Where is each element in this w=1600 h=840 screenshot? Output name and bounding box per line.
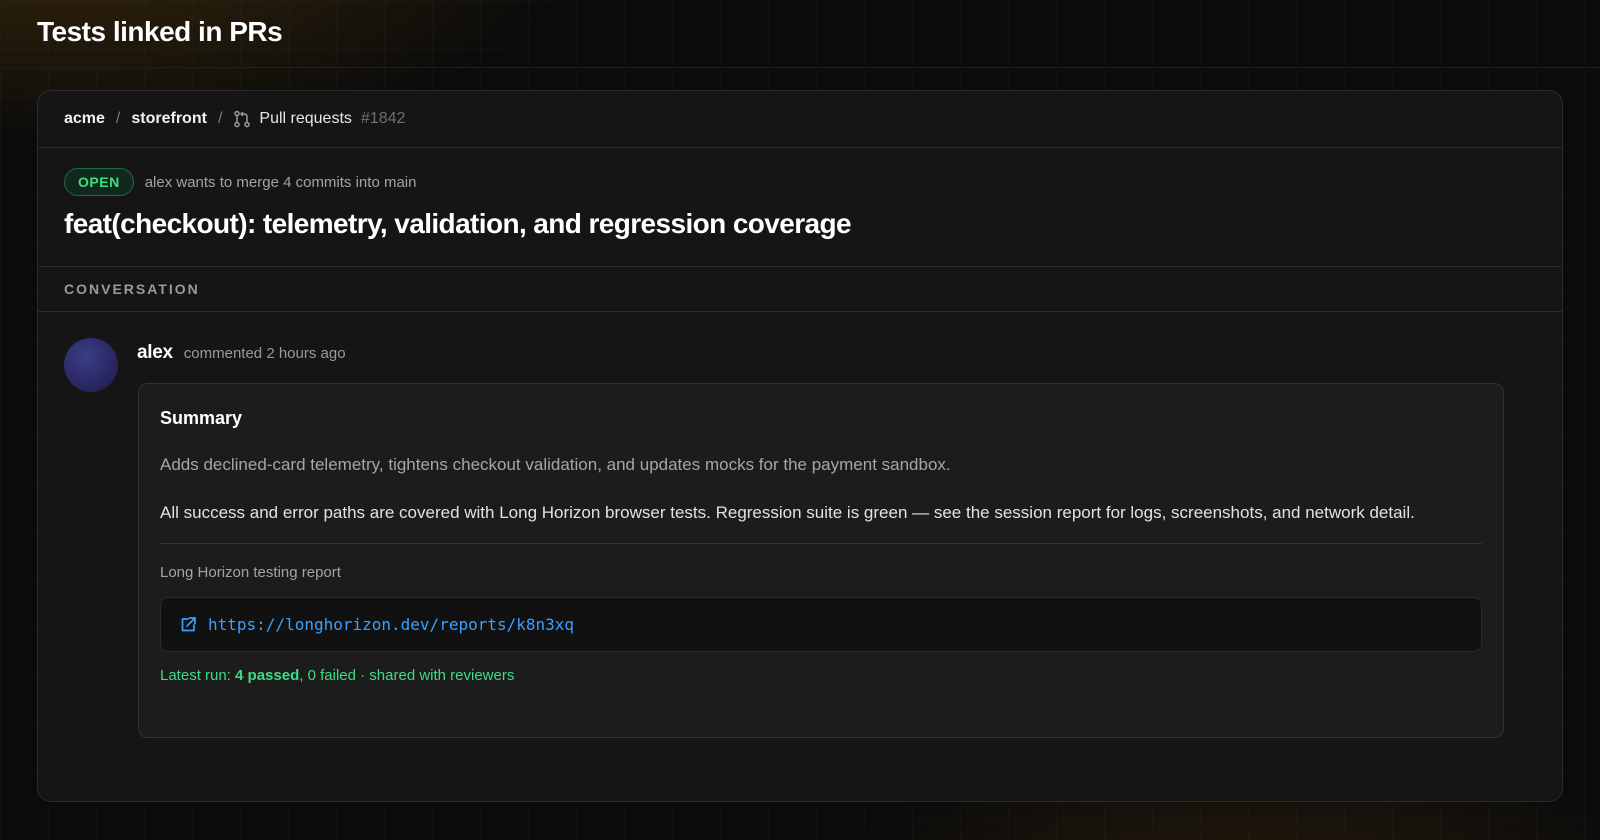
breadcrumb-repo[interactable]: storefront xyxy=(131,110,207,128)
conversation-panel: alex commented 2 hours ago Summary Adds … xyxy=(38,312,1562,738)
tab-bar: CONVERSATION xyxy=(38,267,1562,312)
git-pull-request-icon xyxy=(233,110,251,128)
divider xyxy=(160,543,1482,544)
run-passed-count: 4 passed xyxy=(235,667,300,684)
status-badge: OPEN xyxy=(64,168,134,196)
page-title: Tests linked in PRs xyxy=(37,16,283,47)
report-link-box[interactable]: https://longhorizon.dev/reports/k8n3xq xyxy=(160,597,1482,652)
pr-number: #1842 xyxy=(360,110,406,127)
pr-status-row: OPEN alex wants to merge 4 commits into … xyxy=(64,168,1536,196)
run-status-prefix: Latest run: xyxy=(160,667,236,684)
pr-title: feat(checkout): telemetry, validation, a… xyxy=(64,208,852,239)
breadcrumb-owner[interactable]: acme xyxy=(64,110,105,128)
run-status: Latest run: 4 passed, 0 failed · shared … xyxy=(160,667,1482,684)
summary-paragraph: Adds declined-card telemetry, tightens c… xyxy=(160,455,951,474)
pull-request-card: acme / storefront / Pull requests #1842 … xyxy=(37,90,1563,802)
breadcrumb-separator: / xyxy=(217,110,223,127)
breadcrumb-separator: / xyxy=(115,110,121,127)
run-status-suffix: , 0 failed · shared with reviewers xyxy=(299,667,515,684)
summary-paragraph: All success and error paths are covered … xyxy=(160,503,1415,522)
pr-header: OPEN alex wants to merge 4 commits into … xyxy=(38,148,1562,267)
external-link-icon xyxy=(179,616,197,634)
avatar[interactable] xyxy=(64,338,118,392)
comment-header: alex commented 2 hours ago xyxy=(137,342,346,364)
comment-author[interactable]: alex xyxy=(137,342,173,364)
summary-heading: Summary xyxy=(160,408,243,428)
breadcrumb: acme / storefront / Pull requests #1842 xyxy=(38,91,1562,148)
report-label: Long Horizon testing report xyxy=(160,564,341,581)
report-link[interactable]: https://longhorizon.dev/reports/k8n3xq xyxy=(208,615,574,634)
tab-conversation[interactable]: CONVERSATION xyxy=(64,281,200,297)
top-bar: Tests linked in PRs xyxy=(0,0,1600,68)
breadcrumb-pull-requests[interactable]: Pull requests xyxy=(259,110,352,128)
merge-description: alex wants to merge 4 commits into main xyxy=(144,173,417,191)
comment-timestamp: commented 2 hours ago xyxy=(183,345,346,362)
comment-body: Summary Adds declined-card telemetry, ti… xyxy=(138,383,1504,738)
